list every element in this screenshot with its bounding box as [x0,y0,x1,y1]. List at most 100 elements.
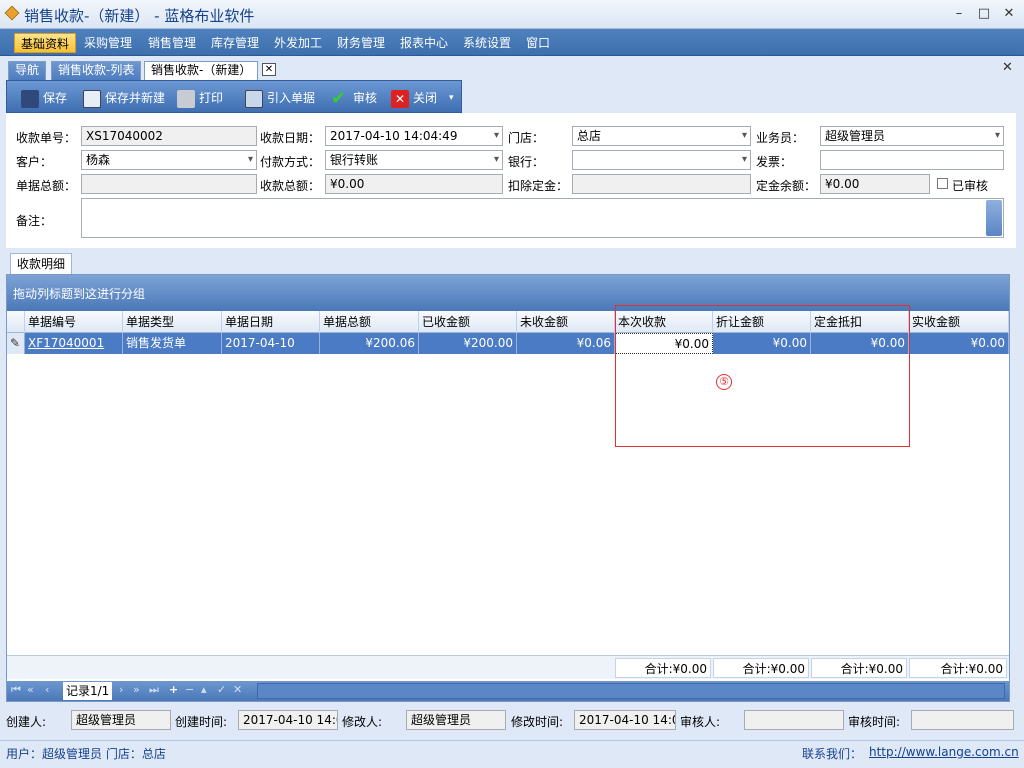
status-bar: 用户：超级管理员 门店：总店 联系我们： http://www.lange.co… [0,740,1024,768]
payment-method-select[interactable]: 银行转账 [325,150,503,170]
cell-received[interactable]: ¥200.00 [419,333,517,354]
cell-bill-total[interactable]: ¥200.06 [320,333,419,354]
close-tab-icon[interactable]: ✕ [262,63,276,76]
add-record-icon[interactable]: + [169,683,178,696]
receipt-no-field[interactable]: XS17040002 [81,126,257,146]
printer-icon [177,89,195,108]
footer-sum: 合计:¥0.00 [909,658,1007,678]
last-record-icon[interactable]: ⏭ [149,683,159,697]
current-user-info: 用户：超级管理员 门店：总店 [6,747,166,761]
audit-info-bar: 创建人: 超级管理员 创建时间: 2017-04-10 14:0 修改人: 超级… [0,708,1024,734]
print-button[interactable]: 打印 [177,88,223,108]
column-header[interactable]: 单据日期 [222,311,320,333]
close-panel-icon[interactable]: ✕ [1002,60,1013,75]
deposit-balance-field: ¥0.00 [820,174,930,194]
column-header[interactable]: 已收金额 [419,311,517,333]
footer-sum: 合计:¥0.00 [615,658,711,678]
column-header[interactable]: 未收金额 [517,311,615,333]
audit-button[interactable]: ✔ 审核 [331,88,377,108]
modify-time-label: 修改时间: [511,715,564,729]
red-x-icon: ✕ [391,89,409,108]
creator-label: 创建人: [6,715,47,729]
menu-basic-data[interactable]: 基础资料 [14,33,77,53]
row-indicator-header [7,311,25,333]
import-bill-button[interactable]: 引入单据 [245,88,315,108]
customer-select[interactable]: 杨森 [81,150,257,170]
maximize-button[interactable]: □ [973,4,995,24]
edit-record-icon[interactable]: ▴ [201,683,207,696]
receipt-total-field: ¥0.00 [325,174,503,194]
window-title: 销售收款-（新建） - 蓝格布业软件 [24,7,255,25]
auditor-label: 审核人: [680,715,721,729]
column-header[interactable]: 实收金额 [909,311,1009,333]
grid-footer-row: 合计:¥0.00 合计:¥0.00 合计:¥0.00 合计:¥0.00 [7,655,1009,679]
delete-record-icon[interactable]: − [185,683,194,696]
payment-method-label: 付款方式： [260,155,321,169]
tab-receipt-new[interactable]: 销售收款-（新建） [144,61,259,81]
prev-record-icon[interactable]: ‹ [45,683,49,696]
receipt-form: 收款单号： XS17040002 收款日期： 2017-04-10 14:04:… [6,113,1016,248]
confirm-record-icon[interactable]: ✓ [217,683,226,696]
menu-purchase[interactable]: 采购管理 [78,33,138,53]
minimize-button[interactable]: – [948,4,970,24]
receipt-date-picker[interactable]: 2017-04-10 14:04:49 [325,126,503,146]
store-select[interactable]: 总店 [572,126,751,146]
invoice-label: 发票： [756,155,793,169]
receipt-no-label: 收款单号： [16,131,77,145]
contact-label: 联系我们： [802,747,863,761]
tab-receipt-details[interactable]: 收款明细 [10,253,72,275]
save-and-new-button[interactable]: 保存并新建 [83,88,165,108]
menu-window[interactable]: 窗口 [520,33,556,53]
menu-bar: 基础资料 采购管理 销售管理 库存管理 外发加工 财务管理 报表中心 系统设置 … [0,29,1024,56]
cell-actual-received[interactable]: ¥0.00 [909,333,1009,354]
document-tabs: 导航 销售收款-列表 销售收款-（新建） [0,56,1024,81]
edit-pencil-icon: ✎ [7,333,25,354]
website-link[interactable]: http://www.lange.com.cn [869,745,1019,759]
menu-inventory[interactable]: 库存管理 [205,33,265,53]
import-document-icon [245,89,263,108]
remark-textarea[interactable] [81,198,1004,238]
menu-outsourcing[interactable]: 外发加工 [268,33,328,53]
salesman-select[interactable]: 超级管理员 [820,126,1004,146]
toolbar-overflow-icon[interactable]: ▾ [449,88,454,108]
cell-bill-type[interactable]: 销售发货单 [123,333,222,354]
menu-settings[interactable]: 系统设置 [457,33,517,53]
footer-sum: 合计:¥0.00 [713,658,809,678]
remark-scrollbar[interactable] [986,200,1002,236]
menu-finance[interactable]: 财务管理 [331,33,391,53]
date-label: 收款日期： [260,131,321,145]
floppy-icon [21,89,39,108]
column-header[interactable]: 单据总额 [320,311,419,333]
invoice-input[interactable] [820,150,1004,170]
column-header[interactable]: 单据编号 [25,311,123,333]
audited-checkbox[interactable] [937,178,948,189]
tab-receipt-list[interactable]: 销售收款-列表 [51,61,142,80]
tab-navigation[interactable]: 导航 [8,61,47,80]
title-bar: 销售收款-（新建） - 蓝格布业软件 – □ ✕ [0,0,1024,29]
bank-select[interactable] [572,150,751,170]
close-window-button[interactable]: ✕ [998,4,1020,24]
menu-reports[interactable]: 报表中心 [394,33,454,53]
grid-navigator: ⏮ « ‹ 记录1/1 › » ⏭ + − ▴ ✓ ✕ [7,681,1009,701]
checkmark-icon: ✔ [331,87,347,109]
close-button[interactable]: ✕ 关闭 [391,88,437,108]
save-button[interactable]: 保存 [21,88,67,108]
column-header[interactable]: 单据类型 [123,311,222,333]
audited-label: 已审核 [952,179,989,193]
salesman-label: 业务员： [756,131,805,145]
deposit-balance-label: 定金余额： [756,179,817,193]
cell-unreceived[interactable]: ¥0.06 [517,333,615,354]
store-label: 门店： [508,131,545,145]
menu-sales[interactable]: 销售管理 [142,33,202,53]
next-record-icon[interactable]: › [119,683,123,696]
bill-no-link[interactable]: XF17040001 [25,333,123,354]
prev-page-icon[interactable]: « [27,683,34,696]
first-record-icon[interactable]: ⏮ [11,683,21,697]
cell-bill-date[interactable]: 2017-04-10 [222,333,320,354]
cancel-record-icon[interactable]: ✕ [233,683,242,696]
next-page-icon[interactable]: » [133,683,140,696]
horizontal-scrollbar[interactable] [257,683,1005,699]
annotation-highlight-box [615,305,910,447]
modify-time-field: 2017-04-10 14:0 [574,710,676,730]
footer-sum: 合计:¥0.00 [811,658,907,678]
